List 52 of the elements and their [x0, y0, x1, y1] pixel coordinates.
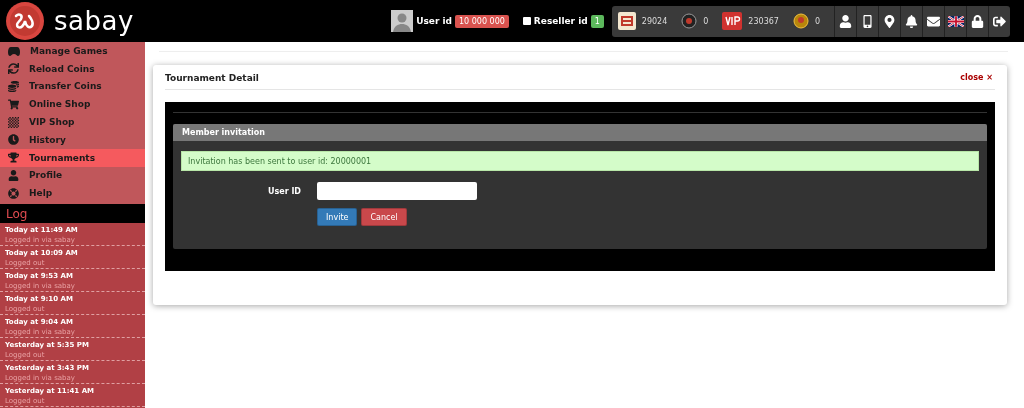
lifebuoy-icon	[8, 187, 19, 199]
log-title: Log	[6, 206, 28, 221]
coin-icon	[681, 13, 698, 29]
user-icon	[8, 169, 19, 181]
invite-button[interactable]: Invite	[317, 208, 358, 226]
user-id-value: 10 000 000	[455, 14, 509, 28]
sidebar-item[interactable]: Online Shop	[0, 95, 145, 114]
panel-title: Member invitation	[182, 128, 265, 137]
success-alert: Invitation has been sent to user id: 20000001	[181, 151, 979, 171]
balance-amount: 0	[814, 16, 820, 26]
sidebar-item[interactable]: Manage Games	[0, 42, 145, 60]
token-icon	[792, 13, 809, 29]
cart-icon	[8, 98, 19, 110]
coin-logo-icon	[617, 12, 636, 30]
sidebar-item[interactable]: Transfer Coins	[0, 77, 145, 96]
user-icon	[839, 14, 852, 28]
lock-icon	[971, 14, 984, 28]
brand-name: sabay	[54, 6, 134, 36]
checker-icon	[8, 116, 19, 128]
sidebar-item[interactable]: Tournaments	[0, 148, 145, 167]
vip-icon	[722, 12, 743, 30]
sidebar-item[interactable]: VIP Shop	[0, 113, 145, 131]
gamepad-icon	[8, 45, 20, 56]
trophy-icon	[8, 152, 19, 164]
user-id-input[interactable]	[317, 182, 477, 200]
refresh-icon	[8, 63, 19, 75]
reseller-checkbox[interactable]	[522, 17, 531, 25]
flag-icon	[947, 15, 964, 27]
card-title: Tournament Detail	[165, 73, 259, 83]
mobile-icon	[861, 14, 874, 28]
close-link[interactable]: close ×	[960, 72, 993, 82]
balance-amount: 230367	[748, 16, 779, 26]
bell-icon	[905, 14, 918, 28]
balance-amount: 29024	[641, 16, 668, 26]
reseller-count: 1	[590, 14, 604, 28]
logout-icon	[993, 14, 1006, 28]
flag-button[interactable]	[944, 5, 966, 37]
user-id-label: User id	[416, 16, 453, 26]
cancel-button[interactable]: Cancel	[361, 208, 407, 226]
sidebar-item[interactable]: Profile	[0, 166, 145, 185]
reseller-label: Reseller id	[533, 16, 588, 26]
coins-icon	[8, 81, 19, 92]
user-id-field-label: User ID	[266, 186, 301, 196]
sidebar-item[interactable]: History	[0, 131, 145, 149]
logo-icon	[6, 2, 44, 40]
envelope-icon	[927, 14, 940, 28]
sidebar-item[interactable]: Help	[0, 184, 145, 203]
avatar-icon	[391, 10, 414, 32]
balance-amount: 0	[703, 16, 709, 26]
map-pin-icon	[883, 14, 896, 28]
sidebar-item[interactable]: Reload Coins	[0, 59, 145, 78]
clock-icon	[8, 134, 19, 146]
